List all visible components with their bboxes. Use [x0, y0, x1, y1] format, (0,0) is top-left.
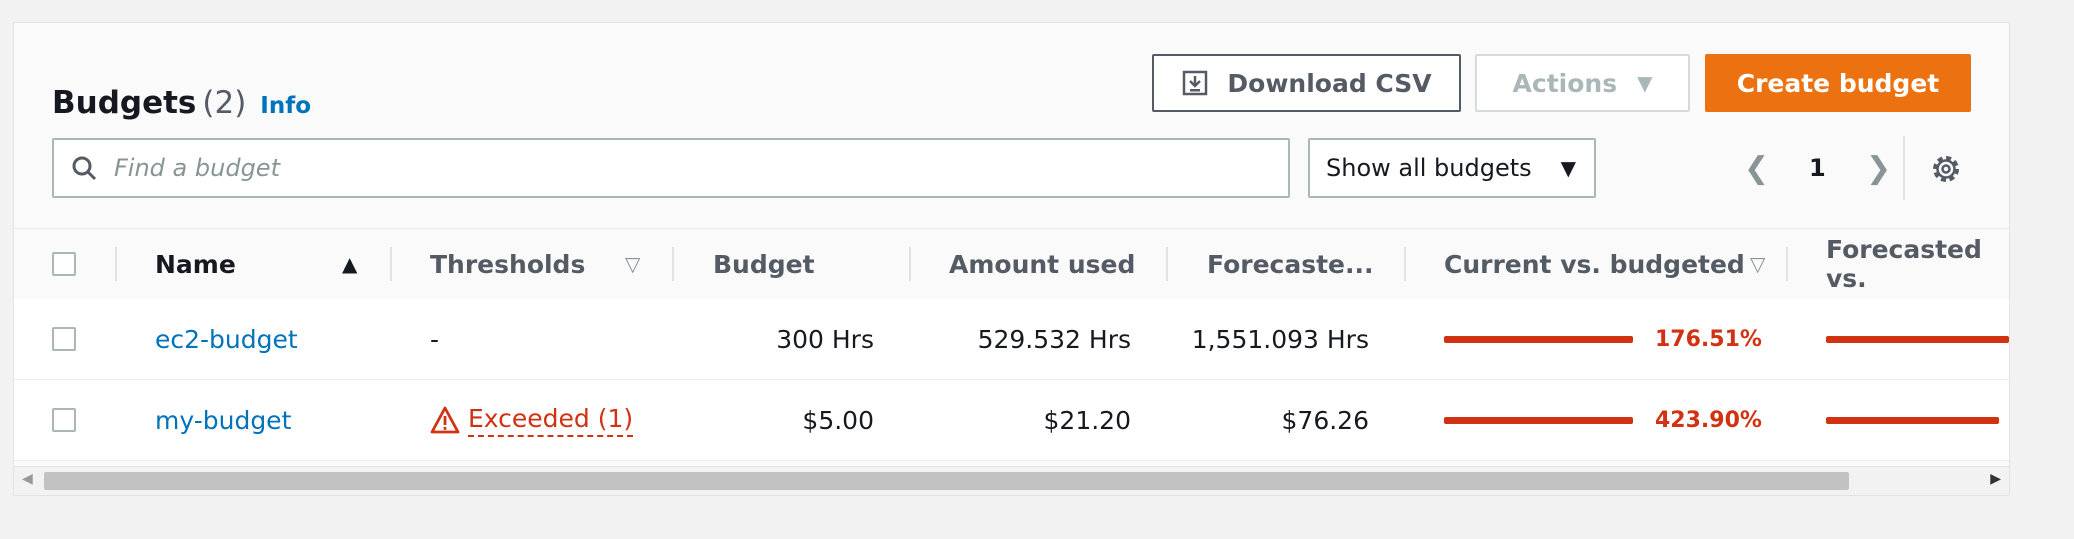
create-budget-button[interactable]: Create budget [1705, 54, 1971, 112]
table-row: ec2-budget - 300 Hrs 529.532 Hrs 1,551.0… [14, 299, 2009, 380]
column-forecasted[interactable]: Forecaste... [1207, 229, 1374, 299]
amount-used-value: 529.532 Hrs [977, 324, 1131, 354]
select-all-checkbox-cell [52, 229, 76, 299]
row-checkbox-cell [52, 380, 76, 460]
search-input[interactable] [112, 153, 1216, 183]
caret-down-icon: ▼ [1637, 71, 1653, 95]
scrollbar-thumb[interactable] [44, 472, 1849, 490]
table-header: Name ▲ Thresholds ▽ Budget Amount used F… [14, 228, 2009, 300]
current-percent: 423.90% [1655, 407, 1762, 433]
column-divider [909, 247, 911, 281]
forecast-value: 1,551.093 Hrs [1191, 324, 1369, 354]
column-divider [390, 247, 392, 281]
column-forecasted-vs[interactable]: Forecasted vs. [1826, 229, 2009, 299]
budget-name-link[interactable]: my-budget [155, 380, 291, 460]
budget-count: (2) [202, 85, 247, 121]
forecast-value: $76.26 [1281, 405, 1369, 435]
search-icon [72, 156, 97, 181]
select-all-checkbox[interactable] [52, 252, 76, 276]
caret-down-icon: ▼ [1560, 156, 1576, 180]
column-divider [672, 247, 674, 281]
amount-used-value: $21.20 [1043, 405, 1131, 435]
filter-caret-icon[interactable]: ▽ [625, 229, 640, 299]
select-value: Show all budgets [1326, 154, 1532, 182]
page-number[interactable]: 1 [1809, 154, 1826, 182]
column-divider [115, 247, 117, 281]
budget-filter-select[interactable]: Show all budgets ▼ [1308, 138, 1596, 198]
column-divider [1404, 247, 1406, 281]
settings-gear-icon[interactable] [1930, 153, 1962, 185]
table-row: my-budget Exceeded (1) $5.00 $21.20 $76.… [14, 380, 2009, 461]
chevron-left-icon[interactable]: ❮ [1744, 151, 1769, 186]
filter-caret-icon[interactable]: ▽ [1750, 229, 1765, 299]
search-box [52, 138, 1290, 198]
sort-ascending-icon[interactable]: ▲ [342, 229, 357, 299]
current-progress-bar [1444, 336, 1633, 343]
page-title: Budgets (2) Info [52, 85, 311, 121]
warning-icon [430, 406, 460, 434]
row-checkbox[interactable] [52, 327, 76, 351]
column-divider [1166, 247, 1168, 281]
scroll-left-icon[interactable]: ◀ [22, 471, 33, 487]
create-budget-label: Create budget [1736, 68, 1940, 98]
info-link[interactable]: Info [260, 93, 311, 119]
column-amount-used[interactable]: Amount used [949, 229, 1135, 299]
horizontal-scrollbar[interactable]: ◀ ▶ [14, 466, 2009, 495]
column-name[interactable]: Name [155, 229, 236, 299]
threshold-value: - [430, 324, 440, 354]
column-divider [1786, 247, 1788, 281]
row-checkbox[interactable] [52, 408, 76, 432]
budget-value: $5.00 [802, 405, 874, 435]
forecasted-progress-bar [1826, 336, 2009, 343]
threshold-status[interactable]: Exceeded (1) [430, 380, 634, 460]
divider [1903, 136, 1905, 200]
title-text: Budgets [52, 85, 197, 121]
scroll-right-icon[interactable]: ▶ [1990, 471, 2001, 487]
column-thresholds[interactable]: Thresholds [430, 229, 585, 299]
budget-name-link[interactable]: ec2-budget [155, 299, 298, 379]
download-icon [1183, 70, 1208, 96]
threshold-text: Exceeded (1) [468, 404, 634, 437]
actions-label: Actions [1512, 68, 1618, 98]
column-budget[interactable]: Budget [713, 229, 815, 299]
download-csv-button[interactable]: Download CSV [1152, 54, 1461, 112]
download-csv-label: Download CSV [1227, 68, 1432, 98]
column-current-vs-budgeted[interactable]: Current vs. budgeted [1444, 229, 1745, 299]
budget-value: 300 Hrs [776, 324, 874, 354]
actions-dropdown[interactable]: Actions ▼ [1475, 54, 1690, 112]
forecasted-progress-bar [1826, 417, 1999, 424]
row-checkbox-cell [52, 299, 76, 379]
chevron-right-icon[interactable]: ❯ [1866, 151, 1891, 186]
current-percent: 176.51% [1655, 326, 1762, 352]
current-progress-bar [1444, 417, 1633, 424]
budgets-panel: Budgets (2) Info Download CSV Actions ▼ Cr… [13, 22, 2010, 496]
